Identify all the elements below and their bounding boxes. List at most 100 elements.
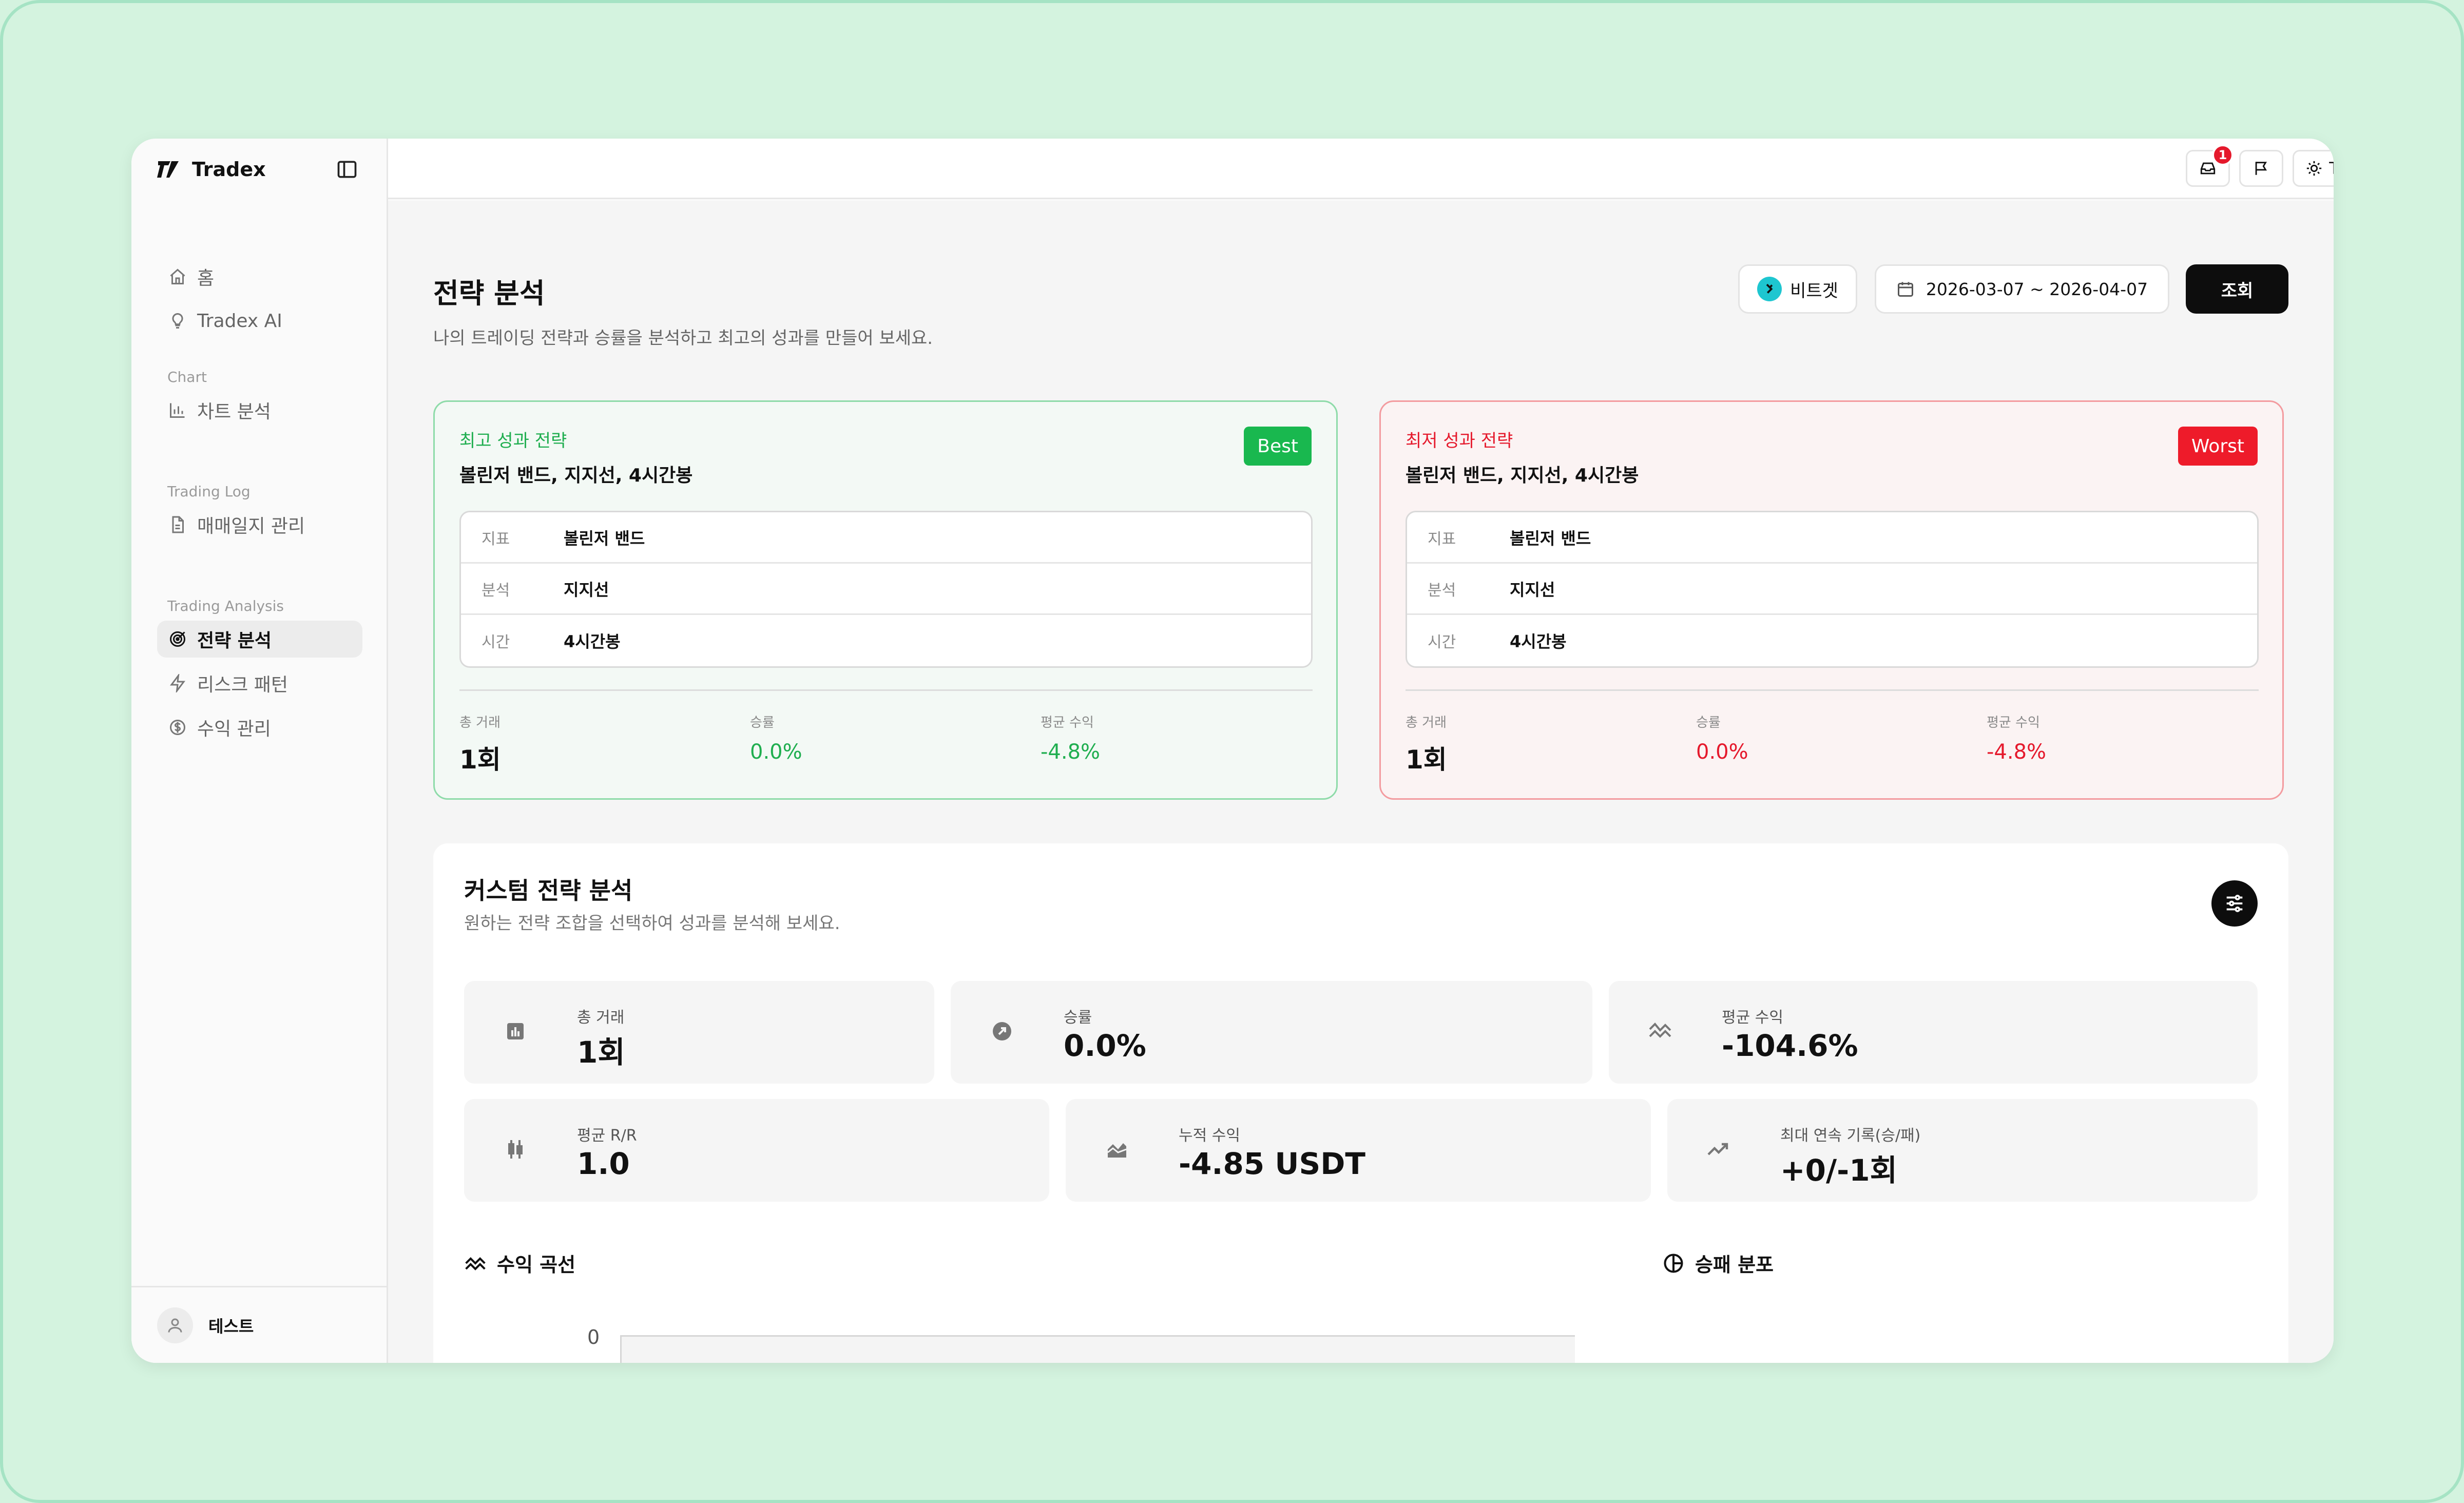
stat-value: -104.6%	[1722, 1028, 1858, 1063]
detail-row: 지표 볼린저 밴드	[1407, 512, 2257, 564]
avatar	[157, 1307, 193, 1343]
best-total-trades: 총 거래 1회	[459, 712, 501, 776]
sidebar-item-label: 리스크 패턴	[197, 675, 288, 696]
detail-value: 4시간봉	[564, 632, 621, 651]
stat-value: 0.0%	[1696, 740, 1748, 764]
topbar: 1 Tradex AI	[388, 139, 2334, 199]
best-avg-return: 평균 수익 -4.8%	[1041, 712, 1100, 764]
stat-label: 승률	[1064, 1009, 1092, 1027]
query-button[interactable]: 조회	[2186, 264, 2288, 314]
tradex-ai-label: Tradex AI	[2329, 159, 2334, 178]
filter-settings-button[interactable]	[2211, 880, 2258, 927]
detail-key: 지표	[482, 530, 510, 548]
exchange-select[interactable]: 비트겟	[1738, 264, 1857, 314]
sidebar-item-risk-pattern[interactable]: 리스크 패턴	[157, 665, 362, 702]
worst-total-trades: 총 거래 1회	[1406, 712, 1447, 776]
stat-card-total-trades: 총 거래 1회	[464, 981, 934, 1084]
stat-label: 총 거래	[1406, 715, 1447, 730]
date-range-picker[interactable]: 2026-03-07 ~ 2026-04-07	[1875, 264, 2169, 314]
worst-win-rate: 승률 0.0%	[1696, 712, 1748, 764]
brand[interactable]: Tradex	[156, 154, 266, 185]
user-profile[interactable]: 테스트	[131, 1286, 387, 1363]
document-icon	[172, 516, 184, 533]
custom-section-subtitle: 원하는 전략 조합을 선택하여 성과를 분석해 보세요.	[464, 913, 840, 934]
stat-label: 누적 수익	[1179, 1127, 1240, 1145]
detail-row: 분석 지지선	[1407, 564, 2257, 615]
detail-key: 분석	[1428, 581, 1456, 600]
stat-value: 1회	[1406, 745, 1447, 775]
stat-label: 최대 연속 기록(승/패)	[1780, 1127, 1921, 1145]
nav-section-trading-analysis: Trading Analysis	[167, 598, 284, 614]
stat-value: 0.0%	[750, 740, 802, 764]
best-strategy-title: 볼린저 밴드, 지지선, 4시간봉	[459, 465, 693, 486]
worst-strategy-title: 볼린저 밴드, 지지선, 4시간봉	[1406, 465, 1639, 486]
nav-section-chart: Chart	[167, 369, 207, 386]
area-chart-icon	[1102, 1134, 1132, 1165]
sidebar-item-strategy-analysis[interactable]: 전략 분석	[157, 621, 362, 658]
sidebar-item-home[interactable]: 홈	[157, 258, 362, 295]
stat-card-max-streak: 최대 연속 기록(승/패) +0/-1회	[1667, 1099, 2258, 1202]
page-title: 전략 분석	[433, 277, 545, 310]
stat-label: 평균 수익	[1987, 715, 2040, 730]
detail-value: 4시간봉	[1510, 632, 1567, 651]
compass-arrow-icon	[987, 1016, 1017, 1047]
divider	[459, 689, 1313, 691]
bar-chart-icon	[170, 403, 185, 418]
worst-badge: Worst	[2178, 427, 2258, 466]
best-strategy-label: 최고 성과 전략	[459, 431, 567, 451]
win-loss-header: 승패 분포	[1662, 1249, 1774, 1277]
worst-strategy-card: 최저 성과 전략 볼린저 밴드, 지지선, 4시간봉 Worst 지표 볼린저 밴…	[1379, 400, 2284, 800]
sidebar-item-tradex-ai[interactable]: Tradex AI	[157, 302, 362, 339]
stat-value: 1회	[577, 1035, 625, 1070]
tradex-logo-icon	[157, 161, 179, 178]
best-win-rate: 승률 0.0%	[750, 712, 802, 764]
sidebar-item-chart-analysis[interactable]: 차트 분석	[157, 392, 362, 429]
lightbulb-icon	[172, 313, 183, 329]
sidebar-item-trade-journal[interactable]: 매매일지 관리	[157, 506, 362, 543]
detail-value: 볼린저 밴드	[1510, 528, 1591, 548]
worst-strategy-label: 최저 성과 전략	[1406, 431, 1513, 451]
stat-value: -4.8%	[1041, 740, 1101, 764]
main-content: 전략 분석 나의 트레이딩 전략과 승률을 분석하고 최고의 성과를 만들어 보…	[388, 201, 2334, 1363]
user-icon	[168, 1318, 182, 1333]
stat-card-win-rate: 승률 0.0%	[951, 981, 1592, 1084]
stat-label: 총 거래	[577, 1009, 625, 1027]
best-badge: Best	[1244, 427, 1312, 466]
flag-button[interactable]	[2239, 150, 2283, 187]
detail-value: 지지선	[1510, 580, 1555, 600]
flag-icon	[2255, 162, 2267, 175]
stat-label: 승률	[750, 715, 775, 730]
notification-badge: 1	[2212, 144, 2234, 166]
candlestick-icon	[500, 1134, 531, 1165]
sidebar-item-label: 매매일지 관리	[197, 516, 305, 537]
sidebar-item-label: 홈	[197, 268, 215, 289]
detail-key: 시간	[1428, 633, 1456, 651]
stat-label: 평균 R/R	[577, 1127, 637, 1145]
sidebar-item-label: 수익 관리	[197, 719, 271, 740]
home-icon	[170, 268, 185, 284]
exchange-label: 비트겟	[1790, 280, 1838, 301]
lightning-icon	[170, 674, 185, 692]
inbox-button[interactable]: 1	[2186, 144, 2234, 187]
detail-row: 시간 4시간봉	[1407, 615, 2257, 666]
best-strategy-details: 지표 볼린저 밴드 분석 지지선 시간 4시간봉	[459, 511, 1313, 668]
dollar-circle-icon	[170, 720, 185, 735]
stat-value: 1.0	[577, 1146, 630, 1181]
custom-strategy-section: 커스텀 전략 분석 원하는 전략 조합을 선택하여 성과를 분석해 보세요. 총…	[433, 843, 2288, 1363]
stat-card-avg-return: 평균 수익 -104.6%	[1609, 981, 2258, 1084]
sidebar-toggle-icon[interactable]	[336, 158, 358, 181]
tradex-ai-button[interactable]: Tradex AI	[2293, 150, 2334, 187]
detail-key: 지표	[1428, 530, 1456, 548]
sidebar-item-label: Tradex AI	[197, 310, 282, 332]
stat-card-cumulative-return: 누적 수익 -4.85 USDT	[1066, 1099, 1651, 1202]
detail-row: 분석 지지선	[461, 564, 1311, 615]
profit-curve-header: 수익 곡선	[464, 1249, 575, 1277]
stat-value: -4.8%	[1987, 740, 2047, 764]
sidebar-item-profit-management[interactable]: 수익 관리	[157, 709, 362, 746]
divider	[1406, 689, 2259, 691]
sidebar: Tradex 홈 Tradex AI Chart 차트 분석 Trading L…	[131, 139, 388, 1363]
detail-value: 지지선	[564, 580, 609, 600]
calendar-icon	[1897, 282, 1913, 297]
pie-chart-icon	[1664, 1253, 1683, 1273]
stat-label: 평균 수익	[1041, 715, 1094, 730]
